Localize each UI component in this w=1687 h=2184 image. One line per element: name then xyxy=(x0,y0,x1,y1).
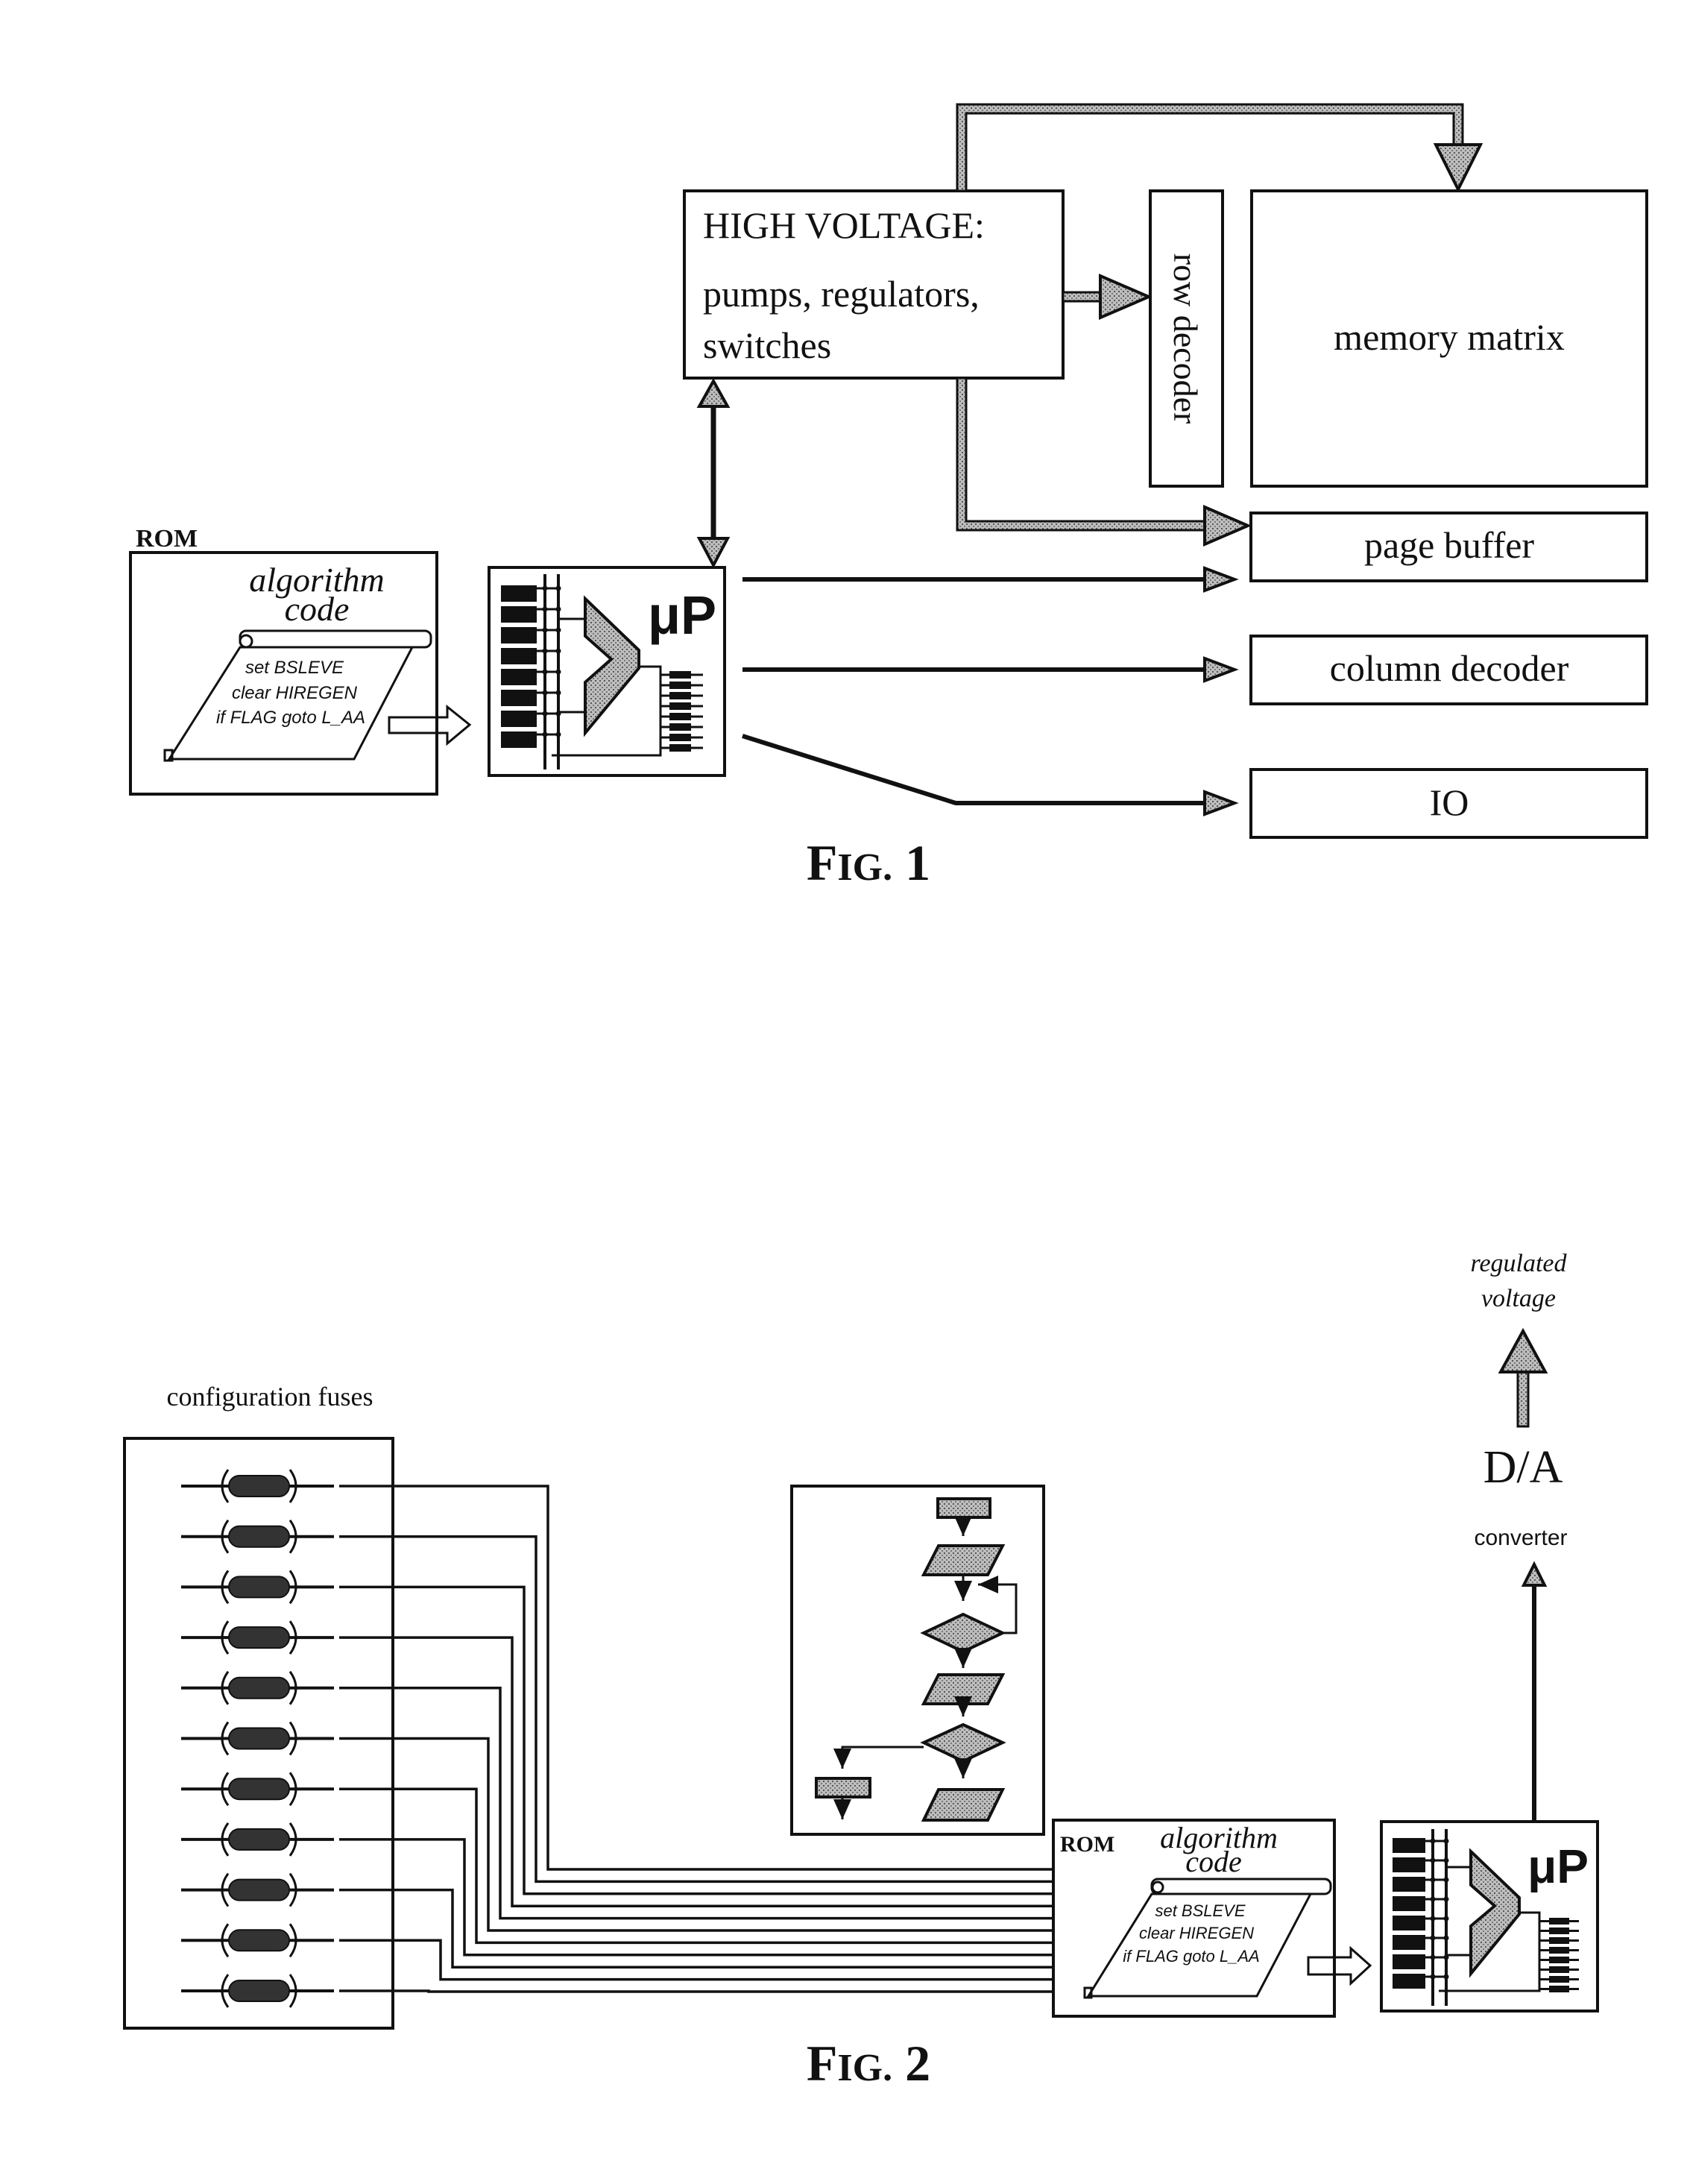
code-line-2: clear HIREGEN xyxy=(232,683,358,703)
register-cell xyxy=(1393,1877,1425,1892)
register-cell xyxy=(501,627,537,643)
register-cell xyxy=(501,606,537,623)
output-register-cell xyxy=(1549,1937,1569,1944)
processor-to-io-arrow xyxy=(742,734,1239,816)
flowchart-input-step xyxy=(921,1544,1006,1576)
rom-block-fig2: ROM algorithm code set BSLEVE clear HIRE… xyxy=(1052,1819,1336,2018)
output-register-cell xyxy=(669,744,691,752)
high-voltage-title: HIGH VOLTAGE: xyxy=(703,204,985,246)
processor-label: μP xyxy=(648,586,716,646)
configuration-fuses-label: configuration fuses xyxy=(167,1382,373,1412)
voltage-label: voltage xyxy=(1481,1285,1556,1312)
column-decoder-label: column decoder xyxy=(1330,647,1569,689)
register-cell xyxy=(1393,1974,1425,1989)
row-decoder-block: row decoder xyxy=(1149,189,1224,488)
fuse-wire xyxy=(339,1838,1053,1957)
high-voltage-line-2: switches xyxy=(703,324,831,366)
column-decoder-block: column decoder xyxy=(1249,635,1648,705)
output-register-cell xyxy=(669,682,691,689)
row-decoder-label: row decoder xyxy=(1167,254,1205,424)
processor-block-fig2: μP xyxy=(1380,1820,1599,2013)
output-register-cell xyxy=(1549,1927,1569,1934)
high-voltage-block: HIGH VOLTAGE: pumps, regulators, switche… xyxy=(683,189,1065,380)
figure-2-caption: FIG. 2 xyxy=(807,2035,930,2092)
register-cell xyxy=(501,731,537,748)
memory-matrix-label: memory matrix xyxy=(1334,316,1565,358)
memory-matrix-block: memory matrix xyxy=(1250,189,1648,488)
figure-1-caption: FIG. 1 xyxy=(807,834,930,891)
register-cell xyxy=(501,669,537,685)
regulated-voltage-arrow xyxy=(1498,1327,1548,1428)
register-cell xyxy=(1393,1896,1425,1911)
output-register-cell xyxy=(669,692,691,699)
page-buffer-block: page buffer xyxy=(1249,512,1648,582)
io-block: IO xyxy=(1249,768,1648,839)
processor-label-fig2: μP xyxy=(1527,1840,1589,1893)
output-register-cell xyxy=(1549,1966,1569,1973)
register-cell xyxy=(1393,1954,1425,1969)
flowchart-output-step xyxy=(921,1788,1006,1822)
converter-subtitle: converter xyxy=(1474,1526,1567,1550)
output-register-cell xyxy=(669,734,691,741)
rom-label-fig2: ROM xyxy=(1060,1832,1114,1857)
code-line-2-fig2: clear HIREGEN xyxy=(1139,1924,1254,1942)
code-line-3: if FLAG goto L_AA xyxy=(216,708,365,728)
register-cell xyxy=(501,690,537,706)
hv-processor-bidirectional-arrow xyxy=(696,377,731,569)
flowchart-process-step xyxy=(921,1673,1006,1705)
register-cell xyxy=(1393,1935,1425,1950)
code-line-1-fig2: set BSLEVE xyxy=(1155,1901,1245,1920)
flowchart-start-step xyxy=(936,1497,991,1519)
rom-block: ROM algorithm code set BSLEVE clear HIRE… xyxy=(129,525,438,796)
code-line-3-fig2: if FLAG goto L_AA xyxy=(1123,1947,1259,1966)
high-voltage-line-1: pumps, regulators, xyxy=(703,273,980,315)
processor-block: μP xyxy=(488,566,726,777)
register-cell xyxy=(501,711,537,727)
da-converter-block: D/A converter xyxy=(1474,1442,1567,1550)
processor-to-converter-arrow xyxy=(1521,1561,1548,1822)
processor-to-column-decoder-arrow xyxy=(742,656,1239,683)
register-cell xyxy=(501,648,537,664)
page-buffer-label: page buffer xyxy=(1364,524,1534,566)
io-label: IO xyxy=(1430,781,1469,823)
register-cell xyxy=(1393,1857,1425,1872)
patent-drawing-sheet: ROM algorithm code set BSLEVE clear HIRE… xyxy=(123,103,1648,2092)
code-title-fig2: code xyxy=(1185,1845,1242,1878)
converter-title: D/A xyxy=(1483,1442,1563,1493)
hv-to-memory-matrix-bus xyxy=(956,103,1483,193)
hv-to-row-decoder-arrow xyxy=(1062,273,1153,321)
flowchart-branch-step xyxy=(815,1777,871,1799)
register-cell xyxy=(501,585,537,602)
output-register-cell xyxy=(669,713,691,720)
output-register-cell xyxy=(669,723,691,731)
output-register-cell xyxy=(1549,1918,1569,1925)
output-register-cell xyxy=(669,671,691,679)
output-register-cell xyxy=(1549,1947,1569,1954)
output-register-cell xyxy=(1549,1976,1569,1983)
output-register-cell xyxy=(1549,1957,1569,1963)
code-line-1: set BSLEVE xyxy=(245,658,344,678)
register-cell xyxy=(1393,1838,1425,1853)
flowchart-block xyxy=(790,1485,1045,1836)
code-title: code xyxy=(285,590,350,628)
figure-1: ROM algorithm code set BSLEVE clear HIRE… xyxy=(129,103,1648,891)
fuse-wire xyxy=(339,1989,1053,1993)
register-cell xyxy=(1393,1916,1425,1930)
output-register-cell xyxy=(669,702,691,710)
fuse-wire xyxy=(339,1939,1053,1981)
figure-2: configuration fuses ROM algorithm code s… xyxy=(123,1250,1599,2092)
regulated-label: regulated xyxy=(1470,1250,1567,1277)
output-register-cell xyxy=(1549,1986,1569,1992)
rom-label: ROM xyxy=(136,525,198,553)
processor-to-page-buffer-arrow xyxy=(742,566,1239,593)
